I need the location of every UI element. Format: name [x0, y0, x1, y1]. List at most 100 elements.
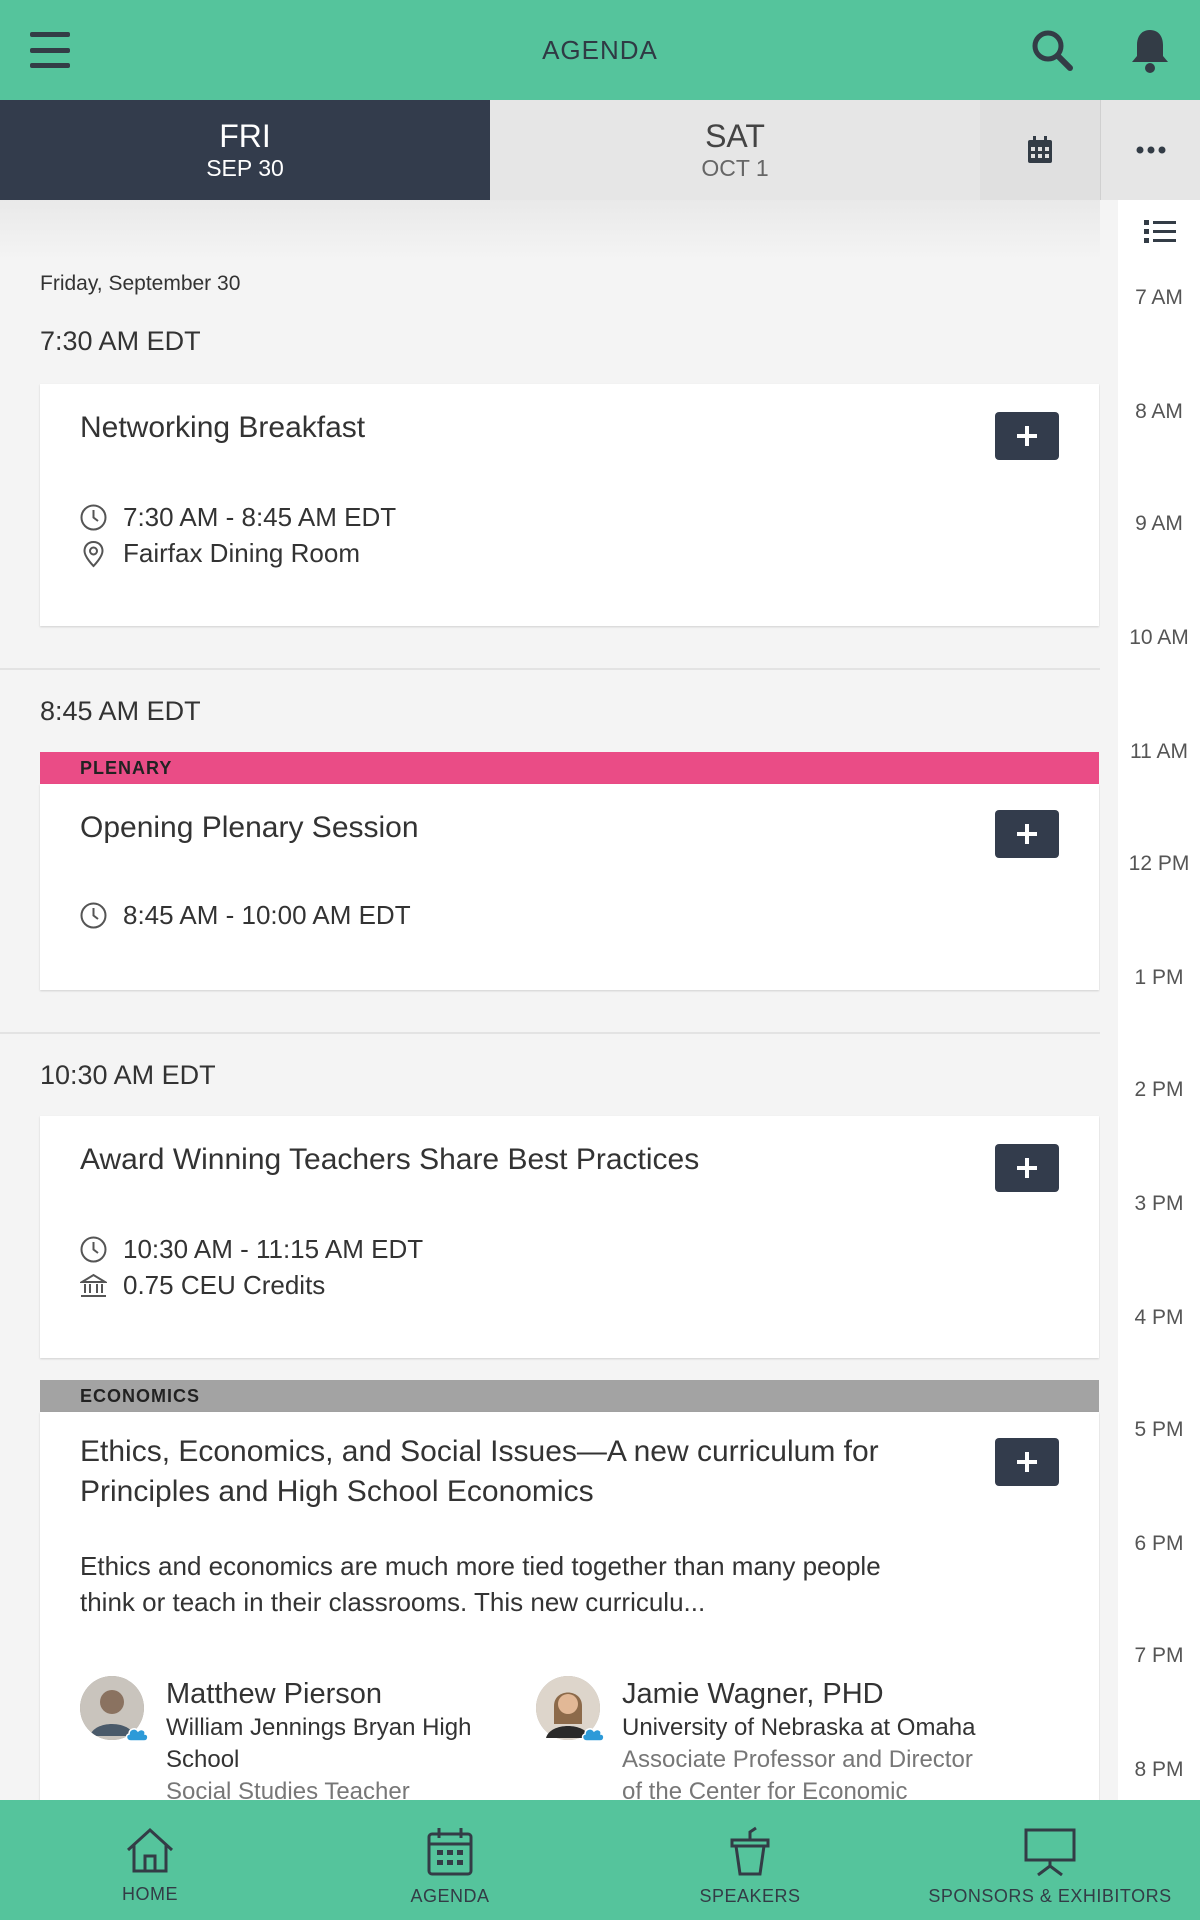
nav-home[interactable]: HOME [0, 1800, 300, 1920]
calendar-icon [427, 1828, 473, 1876]
cloud-icon [125, 1728, 149, 1742]
timeline-hour[interactable]: 6 PM [1118, 1532, 1200, 1556]
home-icon [126, 1827, 174, 1873]
add-to-schedule-button[interactable] [995, 1144, 1059, 1192]
nav-agenda[interactable]: AGENDA [300, 1800, 600, 1920]
session-title-line2: Principles and High School Economics [80, 1475, 594, 1508]
divider [0, 1032, 1100, 1034]
session-location: Fairfax Dining Room [80, 538, 360, 569]
session-time: 10:30 AM - 11:15 AM EDT [80, 1234, 423, 1265]
session-time-text: 7:30 AM - 8:45 AM EDT [123, 502, 397, 532]
tab-sat[interactable]: SAT OCT 1 [490, 100, 980, 200]
notification-bell-icon[interactable] [1128, 26, 1172, 74]
add-to-schedule-button[interactable] [995, 810, 1059, 858]
timeline-hour[interactable]: 1 PM [1118, 966, 1200, 990]
page-title: AGENDA [542, 34, 658, 65]
time-heading: 10:30 AM EDT [40, 1060, 216, 1090]
timeline-hour[interactable]: 4 PM [1118, 1306, 1200, 1330]
more-options-button[interactable] [1100, 100, 1200, 200]
timeline-hour[interactable]: 12 PM [1118, 852, 1200, 876]
timeline-hour[interactable]: 9 AM [1118, 512, 1200, 536]
nav-sponsors-exhibitors[interactable]: SPONSORS & EXHIBITORS [900, 1800, 1200, 1920]
session-title: Networking Breakfast [80, 411, 366, 444]
speaker-jamie-wagner[interactable]: Jamie Wagner, PHD University of Nebraska… [536, 1676, 975, 1800]
list-view-icon[interactable] [1144, 218, 1176, 246]
timeline-hour[interactable]: 8 AM [1118, 400, 1200, 424]
timeline-hour[interactable]: 7 PM [1118, 1644, 1200, 1668]
institution-icon [80, 1273, 107, 1297]
speaker-info: Jamie Wagner, PHD University of Nebraska… [622, 1676, 975, 1800]
bottom-navigation: HOME AGENDA SPEAKERS SPONSORS & EXHIBITO… [0, 1800, 1200, 1920]
speaker-info: Matthew Pierson William Jennings Bryan H… [166, 1676, 471, 1800]
session-card-award-winning-teachers[interactable]: Award Winning Teachers Share Best Practi… [40, 1116, 1099, 1358]
speaker-matthew-pierson[interactable]: Matthew Pierson William Jennings Bryan H… [80, 1676, 471, 1800]
session-title: Award Winning Teachers Share Best Practi… [80, 1143, 700, 1176]
speaker-name: Matthew Pierson [166, 1678, 382, 1710]
speaker-role: Social Studies Teacher [166, 1778, 410, 1800]
agenda-list[interactable]: Friday, September 30 7:30 AM EDT Network… [0, 200, 1100, 1800]
session-description-line2: think or teach in their classrooms. This… [80, 1587, 706, 1617]
session-card-opening-plenary[interactable]: Opening Plenary Session 8:45 AM - 10:00 … [40, 784, 1099, 990]
tab-fri[interactable]: FRI SEP 30 [0, 100, 490, 200]
timeline-hour[interactable]: 3 PM [1118, 1192, 1200, 1216]
plus-icon [1017, 824, 1037, 844]
clock-icon [80, 902, 107, 929]
session-title-line1: Ethics, Economics, and Social Issues—A n… [80, 1435, 879, 1468]
hamburger-menu-icon[interactable] [30, 32, 70, 68]
timeline-hour[interactable]: 7 AM [1118, 286, 1200, 310]
speaker-name: Jamie Wagner, PHD [622, 1678, 884, 1710]
track-badge-plenary: PLENARY [40, 752, 1099, 784]
plus-icon [1017, 1452, 1037, 1472]
tab-day-of-week: SAT [705, 118, 765, 154]
tab-date: OCT 1 [701, 155, 769, 181]
top-app-bar: AGENDA [0, 0, 1200, 100]
speaker-role-line2: of the Center for Economic [622, 1778, 908, 1800]
session-credits: 0.75 CEU Credits [80, 1270, 325, 1301]
nav-label: SPONSORS & EXHIBITORS [928, 1886, 1172, 1906]
calendar-picker-button[interactable] [980, 100, 1100, 200]
search-icon[interactable] [1030, 28, 1074, 72]
session-card-ethics-economics[interactable]: Ethics, Economics, and Social Issues—A n… [40, 1412, 1099, 1800]
timeline-hour[interactable]: 2 PM [1118, 1078, 1200, 1102]
clock-icon [80, 504, 107, 531]
time-heading: 7:30 AM EDT [40, 326, 201, 356]
session-card-networking-breakfast[interactable]: Networking Breakfast 7:30 AM - 8:45 AM E… [40, 384, 1099, 626]
avatar [80, 1676, 149, 1742]
session-title: Opening Plenary Session [80, 811, 419, 844]
session-location-text: Fairfax Dining Room [123, 538, 360, 568]
timeline-hour[interactable]: 8 PM [1118, 1758, 1200, 1782]
timeline-hour[interactable]: 5 PM [1118, 1418, 1200, 1442]
cloud-icon [581, 1728, 605, 1742]
session-description-line1: Ethics and economics are much more tied … [80, 1551, 881, 1581]
nav-speakers[interactable]: SPEAKERS [600, 1800, 900, 1920]
nav-label: HOME [122, 1884, 178, 1904]
session-time-text: 8:45 AM - 10:00 AM EDT [123, 900, 411, 930]
location-pin-icon [83, 540, 104, 567]
plus-icon [1017, 1158, 1037, 1178]
divider [0, 668, 1100, 670]
tab-date: SEP 30 [206, 155, 284, 181]
time-heading: 8:45 AM EDT [40, 696, 201, 726]
add-to-schedule-button[interactable] [995, 412, 1059, 460]
plus-icon [1017, 426, 1037, 446]
ellipsis-icon [1136, 146, 1165, 154]
clock-icon [80, 1236, 107, 1263]
presentation-board-icon [1024, 1828, 1076, 1876]
podium-icon [730, 1826, 770, 1876]
speaker-role-line1: Associate Professor and Director [622, 1746, 973, 1773]
date-heading: Friday, September 30 [40, 272, 241, 295]
track-badge-economics: ECONOMICS [40, 1380, 1099, 1412]
nav-label: SPEAKERS [699, 1886, 801, 1906]
day-tabs: FRI SEP 30 SAT OCT 1 [0, 100, 1200, 200]
timeline-hour[interactable]: 11 AM [1118, 740, 1200, 764]
session-credits-text: 0.75 CEU Credits [123, 1270, 326, 1300]
avatar [536, 1676, 605, 1742]
speaker-org: University of Nebraska at Omaha [622, 1714, 976, 1741]
timeline-hour[interactable]: 10 AM [1118, 626, 1200, 650]
session-time-text: 10:30 AM - 11:15 AM EDT [123, 1234, 424, 1264]
session-time: 8:45 AM - 10:00 AM EDT [80, 900, 411, 931]
session-time: 7:30 AM - 8:45 AM EDT [80, 502, 396, 533]
add-to-schedule-button[interactable] [995, 1438, 1059, 1486]
nav-label: AGENDA [410, 1886, 490, 1906]
hour-timeline[interactable]: 7 AM 8 AM 9 AM 10 AM 11 AM 12 PM 1 PM 2 … [1118, 200, 1200, 1800]
